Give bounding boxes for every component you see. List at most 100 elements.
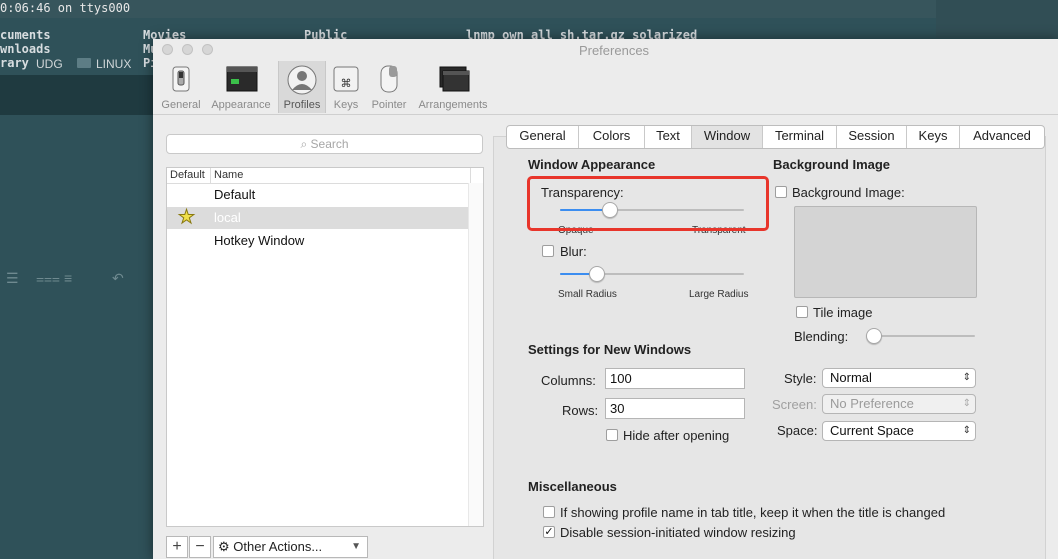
profiles-user-icon	[287, 65, 317, 95]
profile-row-hotkey-window[interactable]: Hotkey Window	[167, 230, 470, 252]
tab-session[interactable]: Session	[837, 126, 907, 148]
undo-icon: ↶	[112, 270, 124, 286]
updown-arrows-icon: ⇕	[962, 398, 971, 409]
tile-image-label: Tile image	[813, 305, 873, 320]
background-image-well[interactable]	[794, 206, 977, 298]
column-header-default[interactable]: Default	[170, 169, 205, 181]
blur-max-label: Large Radius	[689, 289, 749, 300]
columns-label: Columns:	[541, 373, 596, 388]
search-icon: ⌕	[300, 137, 308, 151]
profile-list-scrollbar[interactable]	[468, 183, 483, 526]
updown-arrows-icon: ⇕	[962, 372, 971, 383]
blur-label: Blur:	[560, 244, 587, 259]
toolbar-label: Keys	[333, 99, 359, 111]
miscellaneous-title: Miscellaneous	[528, 479, 617, 494]
profile-list: Default Name Default ★ local Hotkey Wind…	[166, 167, 484, 527]
toolbar-profiles-button[interactable]: Profiles	[278, 61, 326, 113]
blending-slider[interactable]	[866, 328, 975, 344]
window-appearance-title: Window Appearance	[528, 157, 656, 172]
background-image-title: Background Image	[773, 157, 891, 172]
terminal-text: wnloads	[0, 42, 51, 56]
tab-colors[interactable]: Colors	[579, 126, 645, 148]
toolbar-general-button[interactable]: General	[157, 61, 205, 113]
keep-profile-name-checkbox[interactable]	[543, 506, 555, 518]
profile-list-header: Default Name	[167, 168, 483, 184]
screen-label: Screen:	[772, 397, 817, 412]
terminal-title: 0:06:46 on ttys000	[0, 1, 131, 15]
toolbar-keys-button[interactable]: ⌘ Keys	[328, 61, 364, 113]
remove-profile-button[interactable]: −	[189, 536, 211, 558]
tab-text[interactable]: Text	[645, 126, 692, 148]
toolbar-arrangements-button[interactable]: Arrangements	[415, 61, 491, 113]
style-value: Normal	[830, 370, 872, 385]
tab-general[interactable]: General	[507, 126, 579, 148]
hide-after-opening-label: Hide after opening	[623, 428, 730, 443]
terminal-bookmarks: UDG LINUX	[0, 56, 160, 72]
toolbar-label: Pointer	[371, 99, 407, 111]
other-actions-button[interactable]: ⚙ Other Actions... ▼	[213, 536, 368, 558]
window-title: Preferences	[578, 43, 650, 58]
rows-field[interactable]: 30	[605, 398, 745, 419]
preferences-window: Preferences General Appearance Profiles …	[153, 39, 1058, 559]
title-bar: Preferences	[153, 39, 1058, 61]
toolbar-divider	[153, 114, 1058, 115]
toolbar-label: General	[161, 99, 201, 111]
style-label: Style:	[784, 371, 817, 386]
slider-knob[interactable]	[866, 328, 882, 344]
column-header-name[interactable]: Name	[214, 169, 243, 181]
tab-keys[interactable]: Keys	[907, 126, 960, 148]
blur-min-label: Small Radius	[558, 289, 617, 300]
screen-value: No Preference	[830, 396, 914, 411]
profile-search-input[interactable]: ⌕ Search	[166, 134, 483, 154]
disable-resizing-checkbox[interactable]: ✓	[543, 526, 555, 538]
arrangements-windows-icon	[439, 66, 470, 92]
hide-after-opening-checkbox[interactable]	[606, 429, 618, 441]
pointer-mouse-icon	[380, 65, 398, 93]
default-star-icon: ★	[177, 207, 196, 228]
general-switch-icon	[172, 66, 190, 92]
tab-terminal[interactable]: Terminal	[763, 126, 837, 148]
search-placeholder: Search	[310, 137, 349, 151]
tile-image-checkbox[interactable]	[796, 306, 808, 318]
preferences-toolbar: General Appearance Profiles ⌘ Keys Point…	[153, 61, 1058, 113]
other-actions-label: Other Actions...	[233, 539, 323, 554]
toolbar-pointer-button[interactable]: Pointer	[367, 61, 411, 113]
svg-text:⌘: ⌘	[341, 77, 352, 90]
space-select[interactable]: Current Space ⇕	[822, 421, 976, 441]
column-divider	[210, 168, 211, 183]
align-icon: ☰	[6, 270, 19, 286]
terminal-title-bar: 0:06:46 on ttys000	[0, 0, 1058, 18]
profile-name: local	[214, 210, 241, 225]
blur-checkbox[interactable]	[542, 245, 554, 257]
bookmark-linux[interactable]: LINUX	[96, 57, 131, 71]
background-image-checkbox[interactable]	[775, 186, 787, 198]
profile-row-default[interactable]: Default	[167, 184, 470, 206]
style-select[interactable]: Normal ⇕	[822, 368, 976, 388]
folder-icon	[77, 58, 91, 68]
add-profile-button[interactable]: +	[166, 536, 188, 558]
transparency-highlight-box	[527, 176, 769, 231]
toolbar-appearance-button[interactable]: Appearance	[207, 61, 275, 113]
tab-window[interactable]: Window	[692, 126, 763, 148]
rows-label: Rows:	[562, 403, 599, 418]
profile-row-local[interactable]: ★ local	[167, 207, 470, 229]
profile-name: Hotkey Window	[214, 233, 305, 248]
chevron-down-icon: ▼	[351, 541, 361, 552]
blending-label: Blending:	[794, 329, 849, 344]
terminal-tab-area	[936, 0, 1058, 38]
screen-select: No Preference ⇕	[822, 394, 976, 414]
columns-field[interactable]: 100	[605, 368, 745, 389]
space-value: Current Space	[830, 423, 914, 438]
terminal-toolbar: ☰ ⩶ ≡ ↶	[0, 268, 160, 292]
column-divider	[470, 168, 471, 183]
new-windows-title: Settings for New Windows	[528, 342, 692, 357]
blur-radius-slider[interactable]	[560, 266, 744, 282]
bookmark-udg[interactable]: UDG	[36, 57, 63, 71]
table-icon: ≡	[64, 270, 73, 286]
toolbar-label: Appearance	[211, 99, 271, 111]
slider-knob[interactable]	[589, 266, 605, 282]
background-image-label: Background Image:	[792, 185, 905, 200]
tab-advanced[interactable]: Advanced	[960, 126, 1044, 148]
appearance-window-icon	[226, 66, 258, 92]
disable-resizing-label: Disable session-initiated window resizin…	[560, 525, 796, 540]
